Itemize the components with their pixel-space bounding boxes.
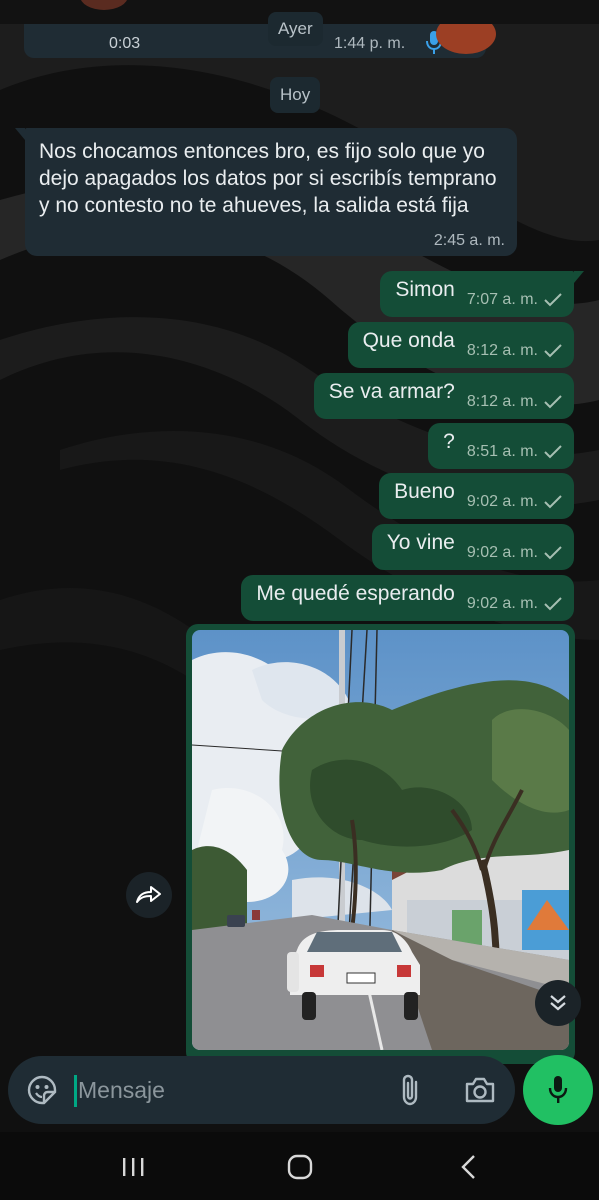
single-check-icon [544,395,562,409]
mic-icon [548,1076,568,1103]
message-text: Se va armar? [328,380,455,403]
single-check-icon [544,293,562,307]
date-chip-today: Hoy [270,77,321,113]
message-time: 1:44 p. m. [334,35,406,52]
paperclip-icon[interactable] [398,1073,422,1107]
message-time: 9:02 a. m. [466,595,538,612]
home-icon[interactable] [287,1154,313,1180]
sticker-icon[interactable] [26,1074,58,1106]
message-text: Que onda [362,329,455,352]
message-time: 8:12 a. m. [466,342,538,359]
scroll-to-bottom-button[interactable] [535,980,581,1026]
message-time: 7:07 a. m. [466,291,538,308]
message-text: Yo vine [386,531,455,554]
incoming-message[interactable]: Nos chocamos entonces bro, es fijo solo … [15,128,517,256]
message-time: 8:51 a. m. [466,443,538,460]
date-chip-yesterday: Ayer [268,12,323,46]
message-time: 9:02 a. m. [466,493,538,510]
outgoing-message[interactable]: Que onda 8:12 a. m. [347,322,574,368]
outgoing-message[interactable]: Simon 7:07 a. m. [380,271,584,317]
double-chevron-down-icon [550,995,566,1011]
message-time: 9:02 a. m. [466,544,538,561]
photo-street-scene[interactable] [192,630,569,1050]
outgoing-message[interactable]: Me quedé esperando 9:02 a. m. [241,575,574,621]
message-text: Nos chocamos entonces bro, es fijo solo … [39,140,497,217]
image-message[interactable] [186,624,575,1064]
audio-duration: 0:03 [109,35,141,52]
outgoing-message[interactable]: Yo vine 9:02 a. m. [371,524,574,570]
single-check-icon [544,597,562,611]
single-check-icon [544,546,562,560]
avatar [80,0,128,10]
outgoing-message[interactable]: ? 8:51 a. m. [428,423,574,469]
outgoing-message[interactable]: Bueno 9:02 a. m. [379,473,574,519]
text-caret [74,1075,77,1107]
message-text: ? [443,430,455,453]
forward-button[interactable] [126,872,172,918]
recents-icon[interactable] [120,1156,146,1178]
message-time: 2:45 a. m. [433,232,505,249]
forward-icon [136,886,161,903]
message-text: Me quedé esperando [256,582,455,605]
single-check-icon [544,445,562,459]
single-check-icon [544,495,562,509]
message-text: Simon [395,278,455,301]
outgoing-message[interactable]: Se va armar? 8:12 a. m. [313,373,574,419]
message-composer [8,1056,515,1124]
message-time: 8:12 a. m. [466,393,538,410]
voice-record-button[interactable] [523,1055,593,1125]
back-icon[interactable] [459,1154,479,1180]
message-input[interactable] [78,1070,378,1110]
system-navigation-bar [0,1132,599,1200]
message-text: Bueno [394,480,455,503]
camera-icon[interactable] [464,1076,496,1104]
single-check-icon [544,344,562,358]
